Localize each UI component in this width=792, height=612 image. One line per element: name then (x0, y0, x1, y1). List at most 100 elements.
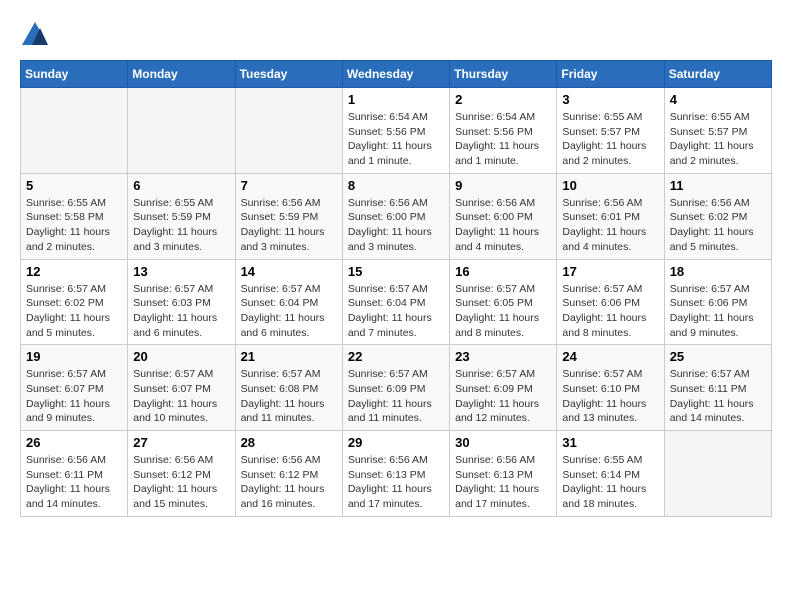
calendar-cell: 13 Sunrise: 6:57 AM Sunset: 6:03 PM Dayli… (128, 259, 235, 345)
calendar-cell: 26 Sunrise: 6:56 AM Sunset: 6:11 PM Dayli… (21, 431, 128, 517)
day-number: 7 (241, 178, 337, 193)
calendar-cell: 4Sunrise: 6:55 AM Sunset: 5:57 PM Daylig… (664, 88, 771, 174)
calendar-cell: 11 Sunrise: 6:56 AM Sunset: 6:02 PM Dayli… (664, 173, 771, 259)
day-info: Sunrise: 6:57 AM Sunset: 6:03 PM Dayligh… (133, 282, 229, 341)
calendar: SundayMondayTuesdayWednesdayThursdayFrid… (20, 60, 772, 517)
day-info: Sunrise: 6:56 AM Sunset: 6:12 PM Dayligh… (133, 453, 229, 512)
day-info: Sunrise: 6:56 AM Sunset: 6:00 PM Dayligh… (455, 196, 551, 255)
day-number: 6 (133, 178, 229, 193)
calendar-cell: 31 Sunrise: 6:55 AM Sunset: 6:14 PM Dayli… (557, 431, 664, 517)
calendar-cell: 15 Sunrise: 6:57 AM Sunset: 6:04 PM Dayli… (342, 259, 449, 345)
weekday-header: Saturday (664, 61, 771, 88)
calendar-cell: 14 Sunrise: 6:57 AM Sunset: 6:04 PM Dayli… (235, 259, 342, 345)
day-number: 20 (133, 349, 229, 364)
day-number: 9 (455, 178, 551, 193)
day-number: 3 (562, 92, 658, 107)
day-info: Sunrise: 6:56 AM Sunset: 6:12 PM Dayligh… (241, 453, 337, 512)
day-info: Sunrise: 6:57 AM Sunset: 6:08 PM Dayligh… (241, 367, 337, 426)
calendar-cell (664, 431, 771, 517)
day-number: 29 (348, 435, 444, 450)
weekday-header: Friday (557, 61, 664, 88)
calendar-cell: 9 Sunrise: 6:56 AM Sunset: 6:00 PM Daylig… (450, 173, 557, 259)
calendar-cell: 30 Sunrise: 6:56 AM Sunset: 6:13 PM Dayli… (450, 431, 557, 517)
day-number: 14 (241, 264, 337, 279)
weekday-header: Monday (128, 61, 235, 88)
day-number: 10 (562, 178, 658, 193)
calendar-cell (21, 88, 128, 174)
day-number: 24 (562, 349, 658, 364)
calendar-cell: 8 Sunrise: 6:56 AM Sunset: 6:00 PM Daylig… (342, 173, 449, 259)
day-number: 21 (241, 349, 337, 364)
day-number: 8 (348, 178, 444, 193)
calendar-cell: 3 Sunrise: 6:55 AM Sunset: 5:57 PM Daylig… (557, 88, 664, 174)
calendar-cell: 27 Sunrise: 6:56 AM Sunset: 6:12 PM Dayli… (128, 431, 235, 517)
calendar-cell: 28 Sunrise: 6:56 AM Sunset: 6:12 PM Dayli… (235, 431, 342, 517)
day-info: Sunrise: 6:54 AM Sunset: 5:56 PM Dayligh… (455, 110, 551, 169)
day-number: 2 (455, 92, 551, 107)
weekday-header: Thursday (450, 61, 557, 88)
calendar-cell: 18 Sunrise: 6:57 AM Sunset: 6:06 PM Dayli… (664, 259, 771, 345)
calendar-cell: 23Sunrise: 6:57 AM Sunset: 6:09 PM Dayli… (450, 345, 557, 431)
day-info: Sunrise: 6:56 AM Sunset: 6:11 PM Dayligh… (26, 453, 122, 512)
day-info: Sunrise: 6:56 AM Sunset: 6:00 PM Dayligh… (348, 196, 444, 255)
day-info: Sunrise: 6:57 AM Sunset: 6:04 PM Dayligh… (241, 282, 337, 341)
logo-icon (20, 20, 50, 50)
day-info: Sunrise: 6:57 AM Sunset: 6:02 PM Dayligh… (26, 282, 122, 341)
calendar-cell: 1 Sunrise: 6:54 AM Sunset: 5:56 PM Daylig… (342, 88, 449, 174)
day-number: 23 (455, 349, 551, 364)
day-info: Sunrise: 6:55 AM Sunset: 5:57 PM Dayligh… (562, 110, 658, 169)
day-number: 31 (562, 435, 658, 450)
day-number: 27 (133, 435, 229, 450)
weekday-header: Wednesday (342, 61, 449, 88)
day-info: Sunrise: 6:57 AM Sunset: 6:05 PM Dayligh… (455, 282, 551, 341)
day-number: 19 (26, 349, 122, 364)
calendar-cell: 21 Sunrise: 6:57 AM Sunset: 6:08 PM Dayli… (235, 345, 342, 431)
day-info: Sunrise: 6:55 AM Sunset: 6:14 PM Dayligh… (562, 453, 658, 512)
day-info: Sunrise: 6:57 AM Sunset: 6:07 PM Dayligh… (133, 367, 229, 426)
day-info: Sunrise: 6:57 AM Sunset: 6:09 PM Dayligh… (348, 367, 444, 426)
day-number: 11 (670, 178, 766, 193)
day-info: Sunrise: 6:56 AM Sunset: 6:02 PM Dayligh… (670, 196, 766, 255)
day-info: Sunrise: 6:56 AM Sunset: 5:59 PM Dayligh… (241, 196, 337, 255)
weekday-header: Sunday (21, 61, 128, 88)
day-info: Sunrise: 6:57 AM Sunset: 6:06 PM Dayligh… (670, 282, 766, 341)
day-info: Sunrise: 6:57 AM Sunset: 6:04 PM Dayligh… (348, 282, 444, 341)
weekday-header: Tuesday (235, 61, 342, 88)
day-number: 16 (455, 264, 551, 279)
calendar-cell: 29 Sunrise: 6:56 AM Sunset: 6:13 PM Dayli… (342, 431, 449, 517)
day-number: 4 (670, 92, 766, 107)
day-info: Sunrise: 6:56 AM Sunset: 6:13 PM Dayligh… (455, 453, 551, 512)
logo (20, 20, 54, 50)
day-info: Sunrise: 6:55 AM Sunset: 5:59 PM Dayligh… (133, 196, 229, 255)
calendar-cell: 7 Sunrise: 6:56 AM Sunset: 5:59 PM Daylig… (235, 173, 342, 259)
calendar-cell (235, 88, 342, 174)
day-info: Sunrise: 6:54 AM Sunset: 5:56 PM Dayligh… (348, 110, 444, 169)
calendar-cell: 10 Sunrise: 6:56 AM Sunset: 6:01 PM Dayli… (557, 173, 664, 259)
day-number: 25 (670, 349, 766, 364)
day-info: Sunrise: 6:56 AM Sunset: 6:01 PM Dayligh… (562, 196, 658, 255)
day-number: 26 (26, 435, 122, 450)
calendar-cell (128, 88, 235, 174)
day-number: 12 (26, 264, 122, 279)
day-number: 1 (348, 92, 444, 107)
calendar-cell: 6 Sunrise: 6:55 AM Sunset: 5:59 PM Daylig… (128, 173, 235, 259)
day-info: Sunrise: 6:55 AM Sunset: 5:58 PM Dayligh… (26, 196, 122, 255)
day-info: Sunrise: 6:57 AM Sunset: 6:06 PM Dayligh… (562, 282, 658, 341)
day-number: 22 (348, 349, 444, 364)
day-info: Sunrise: 6:57 AM Sunset: 6:07 PM Dayligh… (26, 367, 122, 426)
calendar-cell: 16 Sunrise: 6:57 AM Sunset: 6:05 PM Dayli… (450, 259, 557, 345)
day-number: 28 (241, 435, 337, 450)
day-number: 18 (670, 264, 766, 279)
day-number: 15 (348, 264, 444, 279)
calendar-cell: 25 Sunrise: 6:57 AM Sunset: 6:11 PM Dayli… (664, 345, 771, 431)
day-info: Sunrise: 6:57 AM Sunset: 6:11 PM Dayligh… (670, 367, 766, 426)
calendar-cell: 2 Sunrise: 6:54 AM Sunset: 5:56 PM Daylig… (450, 88, 557, 174)
calendar-cell: 17 Sunrise: 6:57 AM Sunset: 6:06 PM Dayli… (557, 259, 664, 345)
day-info: Sunrise: 6:57 AM Sunset: 6:10 PM Dayligh… (562, 367, 658, 426)
header (20, 20, 772, 50)
day-info: Sunrise: 6:56 AM Sunset: 6:13 PM Dayligh… (348, 453, 444, 512)
calendar-cell: 20 Sunrise: 6:57 AM Sunset: 6:07 PM Dayli… (128, 345, 235, 431)
day-number: 13 (133, 264, 229, 279)
day-number: 30 (455, 435, 551, 450)
day-number: 17 (562, 264, 658, 279)
